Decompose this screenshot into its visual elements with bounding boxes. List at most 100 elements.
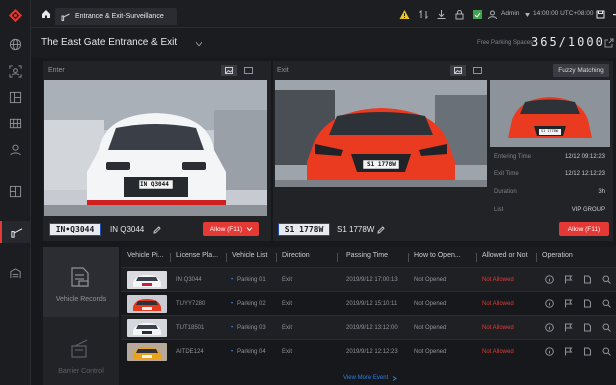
page-title[interactable]: The East Gate Entrance & Exit xyxy=(41,37,177,48)
search-icon[interactable] xyxy=(602,299,611,308)
cell-allowed: Not Allowed xyxy=(482,301,514,307)
enter-plate-text: IN Q3044 xyxy=(110,225,145,234)
barrier-control-tab[interactable]: Barrier Control xyxy=(43,317,119,385)
panel-icon[interactable] xyxy=(0,180,31,202)
vehicle-picture[interactable] xyxy=(127,295,167,313)
tab-label: Entrance & Exit-Surveillance xyxy=(75,13,164,20)
column-header[interactable]: Direction xyxy=(282,252,310,259)
thumb-plate-text: S1 1778W xyxy=(541,129,558,133)
document-icon[interactable] xyxy=(583,347,592,356)
edit-icon[interactable] xyxy=(377,226,385,234)
table-row[interactable]: AITDE124 • Parking 04 Exit 2019/9/12 12:1… xyxy=(121,339,616,363)
document-icon[interactable] xyxy=(583,299,592,308)
exit-snapshot-thumb[interactable]: S1 1778W xyxy=(490,80,610,147)
save-icon[interactable] xyxy=(595,9,606,20)
cell-open: Not Opened xyxy=(414,325,447,331)
sidebar xyxy=(0,0,31,385)
face-scan-icon[interactable] xyxy=(0,60,31,82)
enter-label: Enter xyxy=(48,67,65,74)
info-label: List xyxy=(494,207,504,213)
column-header[interactable]: How to Open... xyxy=(414,252,461,259)
vehicle-picture[interactable] xyxy=(127,343,167,361)
info-icon[interactable] xyxy=(545,347,554,356)
info-icon[interactable] xyxy=(545,275,554,284)
barrier-gate-icon xyxy=(61,13,70,21)
info-icon[interactable] xyxy=(545,323,554,332)
info-value: 12/12 12:12:23 xyxy=(564,171,605,177)
parking-lot-icon[interactable] xyxy=(0,262,31,284)
cell-allowed: Not Allowed xyxy=(482,277,514,283)
barrier-gate-icon[interactable] xyxy=(0,221,31,243)
search-icon[interactable] xyxy=(602,275,611,284)
column-header[interactable]: Passing Time xyxy=(346,252,388,259)
column-header[interactable]: Allowed or Not xyxy=(482,252,528,259)
cell-open: Not Opened xyxy=(414,277,447,283)
vehicle-records-tab[interactable]: Vehicle Records xyxy=(43,247,119,317)
home-icon[interactable] xyxy=(41,9,51,19)
image-icon xyxy=(225,67,233,74)
edit-icon[interactable] xyxy=(153,226,161,234)
video-icon[interactable] xyxy=(473,67,482,74)
cell-allowed: Not Allowed xyxy=(482,349,514,355)
download-icon[interactable] xyxy=(436,9,447,20)
app-logo-icon[interactable] xyxy=(8,8,23,23)
fuzzy-matching-button[interactable]: Fuzzy Matching xyxy=(553,64,609,77)
chevron-down-icon[interactable] xyxy=(525,13,530,17)
enter-camera-view[interactable]: IN Q3044 xyxy=(44,80,267,216)
video-icon[interactable] xyxy=(244,67,253,74)
view-more-link[interactable]: View More Event xyxy=(343,375,388,381)
column-header[interactable]: Operation xyxy=(542,252,573,259)
cell-open: Not Opened xyxy=(414,301,447,307)
exit-plate-badge: S1 1778W xyxy=(278,223,330,236)
grid-icon[interactable] xyxy=(0,112,31,134)
cell-allowed: Not Allowed xyxy=(482,325,514,331)
lock-icon[interactable] xyxy=(454,9,465,20)
flag-icon[interactable] xyxy=(564,299,573,308)
search-icon[interactable] xyxy=(602,323,611,332)
vehicle-picture[interactable] xyxy=(127,319,167,337)
image-icon xyxy=(454,67,462,74)
info-value: VIP GROUP xyxy=(571,207,605,213)
column-header[interactable]: Vehicle List xyxy=(232,252,267,259)
enter-allow-button[interactable]: Allow (F11) xyxy=(203,222,259,236)
free-parking-label: Free Parking Spaces xyxy=(477,40,534,46)
chevron-down-icon[interactable] xyxy=(196,42,202,46)
warning-icon[interactable] xyxy=(399,9,410,20)
snapshot-button[interactable] xyxy=(450,65,466,76)
cell-open: Not Opened xyxy=(414,349,447,355)
free-parking-value: 365/1000 xyxy=(531,35,605,49)
exit-allow-button[interactable]: Allow (F11) xyxy=(559,222,609,236)
monitor-status-icon[interactable] xyxy=(472,9,483,20)
exit-camera-view[interactable]: S1 1778W xyxy=(275,80,487,187)
globe-icon[interactable] xyxy=(0,33,31,55)
document-icon[interactable] xyxy=(583,323,592,332)
table-row[interactable]: TUYY7280 • Parking 02 Exit 2019/9/12 15:1… xyxy=(121,291,616,315)
layout-icon[interactable] xyxy=(0,86,31,108)
column-header[interactable]: License Pla... xyxy=(176,252,218,259)
red-car-thumbnail xyxy=(490,80,610,147)
column-header[interactable]: Vehicle Pi... xyxy=(127,252,164,259)
snapshot-button[interactable] xyxy=(221,65,237,76)
flag-icon[interactable] xyxy=(564,275,573,284)
info-icon[interactable] xyxy=(545,299,554,308)
user-icon[interactable] xyxy=(487,9,498,20)
tab-entrance-exit[interactable]: Entrance & Exit-Surveillance xyxy=(55,8,177,25)
chevron-right-icon[interactable] xyxy=(392,376,397,381)
table-row[interactable]: TUT18501 • Parking 03 Exit 2019/9/12 13:1… xyxy=(121,315,616,339)
table-row[interactable]: IN Q3044 • Parking 01 Exit 2019/9/12 17:0… xyxy=(121,267,616,291)
cell-time: 2019/9/12 17:00:13 xyxy=(346,277,398,283)
flag-icon[interactable] xyxy=(564,347,573,356)
user-name[interactable]: Admin xyxy=(501,10,519,17)
cell-time: 2019/9/12 12:12:23 xyxy=(346,349,398,355)
transfer-icon[interactable] xyxy=(418,9,429,20)
document-icon[interactable] xyxy=(583,275,592,284)
cell-list: Parking 01 xyxy=(237,277,266,283)
external-link-icon[interactable] xyxy=(604,38,614,48)
flag-icon[interactable] xyxy=(564,323,573,332)
person-icon[interactable] xyxy=(0,138,31,160)
minimize-icon[interactable] xyxy=(611,9,616,20)
top-bar: Entrance & Exit-Surveillance Admin 14:00… xyxy=(31,0,616,28)
vehicle-picture[interactable] xyxy=(127,271,167,289)
search-icon[interactable] xyxy=(602,347,611,356)
info-value: 12/12 09:12:23 xyxy=(564,154,605,160)
